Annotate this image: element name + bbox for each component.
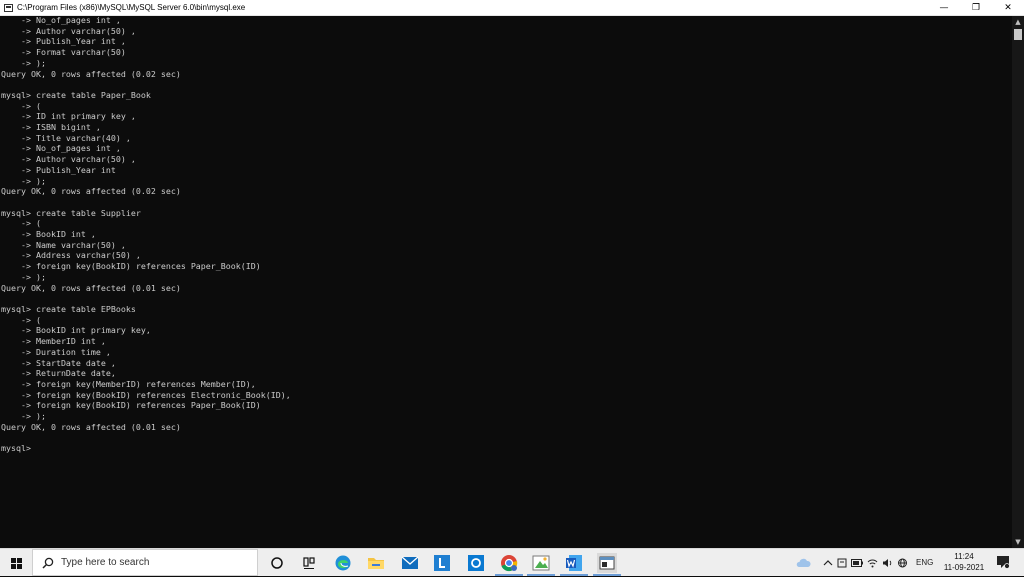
console-app-icon xyxy=(4,3,13,12)
console-line: -> Author varchar(50) , xyxy=(1,154,136,165)
clock[interactable]: 11:24 11-09-2021 xyxy=(938,551,990,573)
console-line: Query OK, 0 rows affected (0.01 sec) xyxy=(1,421,181,432)
tray-app-icon[interactable] xyxy=(837,558,847,568)
console-line: Query OK, 0 rows affected (0.02 sec) xyxy=(1,186,181,197)
paint-icon[interactable] xyxy=(527,553,555,576)
chrome-icon[interactable] xyxy=(495,553,523,576)
windows-logo-icon xyxy=(10,557,22,569)
scroll-thumb[interactable] xyxy=(1014,29,1022,40)
volume-icon[interactable] xyxy=(882,558,893,568)
cortana-icon[interactable] xyxy=(267,553,287,573)
console-line: -> Publish_Year int , xyxy=(1,36,126,47)
mail-icon[interactable] xyxy=(400,553,420,573)
window-title: C:\Program Files (x86)\MySQL\MySQL Serve… xyxy=(17,3,246,12)
system-tray: ENG xyxy=(795,549,933,576)
console-line: -> ); xyxy=(1,271,46,282)
word-icon[interactable] xyxy=(560,553,588,576)
file-explorer-icon[interactable] xyxy=(366,553,386,573)
console-line: -> Duration time , xyxy=(1,346,111,357)
console-line: mysql> xyxy=(1,443,36,454)
l-app-icon[interactable] xyxy=(432,553,452,573)
console-line: -> Address varchar(50) , xyxy=(1,250,141,261)
console-line: -> ( xyxy=(1,100,41,111)
console-line: -> ); xyxy=(1,57,46,68)
clock-date: 11-09-2021 xyxy=(943,563,985,572)
vertical-scrollbar[interactable]: ▲ ▼ xyxy=(1012,16,1024,548)
window-titlebar[interactable]: C:\Program Files (x86)\MySQL\MySQL Serve… xyxy=(0,0,1024,16)
clock-time: 11:24 xyxy=(954,552,974,561)
console-taskbar-icon[interactable] xyxy=(593,553,621,576)
search-icon xyxy=(41,556,55,570)
chevron-up-icon[interactable] xyxy=(823,558,833,568)
console-output: -> No_of_pages int , -> Author varchar(5… xyxy=(1,16,291,454)
window-controls: — ❐ ✕ xyxy=(928,0,1024,15)
console-line: -> Format varchar(50) xyxy=(1,47,126,58)
console-line: -> StartDate date , xyxy=(1,357,116,368)
console-line: -> Author varchar(50) , xyxy=(1,25,136,36)
console-line: mysql> create table EPBooks xyxy=(1,303,136,314)
console-line: -> ISBN bigint , xyxy=(1,122,101,133)
console-line: -> ( xyxy=(1,218,41,229)
console-line: -> No_of_pages int , xyxy=(1,143,121,154)
console-line: -> Name varchar(50) , xyxy=(1,239,126,250)
console-line: Query OK, 0 rows affected (0.02 sec) xyxy=(1,68,181,79)
scroll-down-arrow-icon[interactable]: ▼ xyxy=(1012,536,1024,548)
console-line: -> ( xyxy=(1,314,41,325)
taskbar-search-box[interactable]: Type here to search xyxy=(32,549,258,576)
battery-icon[interactable] xyxy=(851,558,863,567)
console-line: -> Title varchar(40) , xyxy=(1,132,131,143)
console-line: -> foreign key(MemberID) references Memb… xyxy=(1,378,256,389)
close-button[interactable]: ✕ xyxy=(992,0,1024,15)
console-line: -> No_of_pages int , xyxy=(1,16,121,25)
scroll-up-arrow-icon[interactable]: ▲ xyxy=(1012,16,1024,28)
edge-icon[interactable] xyxy=(333,553,353,573)
start-button[interactable] xyxy=(0,549,32,577)
console-line: -> BookID int , xyxy=(1,229,96,240)
console-line: -> ); xyxy=(1,411,46,422)
console-line: -> BookID int primary key, xyxy=(1,325,151,336)
console-line: -> foreign key(BookID) references Paper_… xyxy=(1,261,261,272)
console-line: -> foreign key(BookID) references Paper_… xyxy=(1,400,261,411)
minimize-button[interactable]: — xyxy=(928,0,960,15)
outlook-app-icon[interactable] xyxy=(466,553,486,573)
console-line: mysql> create table Supplier xyxy=(1,207,141,218)
console-line: mysql> create table Paper_Book xyxy=(1,89,151,100)
console-line: -> ); xyxy=(1,175,46,186)
console-line: Query OK, 0 rows affected (0.01 sec) xyxy=(1,282,181,293)
console-area[interactable]: -> No_of_pages int , -> Author varchar(5… xyxy=(0,16,1012,548)
taskbar: Type here to search ENG 11:24 11-09-2021 xyxy=(0,548,1024,576)
language-indicator[interactable]: ENG xyxy=(916,558,933,567)
restore-button[interactable]: ❐ xyxy=(960,0,992,15)
task-view-icon[interactable] xyxy=(299,553,319,573)
notification-icon[interactable] xyxy=(996,555,1010,569)
wifi-icon[interactable] xyxy=(867,558,878,568)
network-icon[interactable] xyxy=(897,558,908,568)
console-line: -> ID int primary key , xyxy=(1,111,136,122)
search-placeholder: Type here to search xyxy=(61,557,150,568)
console-line: -> Publish_Year int xyxy=(1,164,116,175)
weather-icon[interactable] xyxy=(795,557,811,569)
console-line: -> ReturnDate date, xyxy=(1,368,116,379)
console-line: -> foreign key(BookID) references Electr… xyxy=(1,389,291,400)
console-line: -> MemberID int , xyxy=(1,336,106,347)
